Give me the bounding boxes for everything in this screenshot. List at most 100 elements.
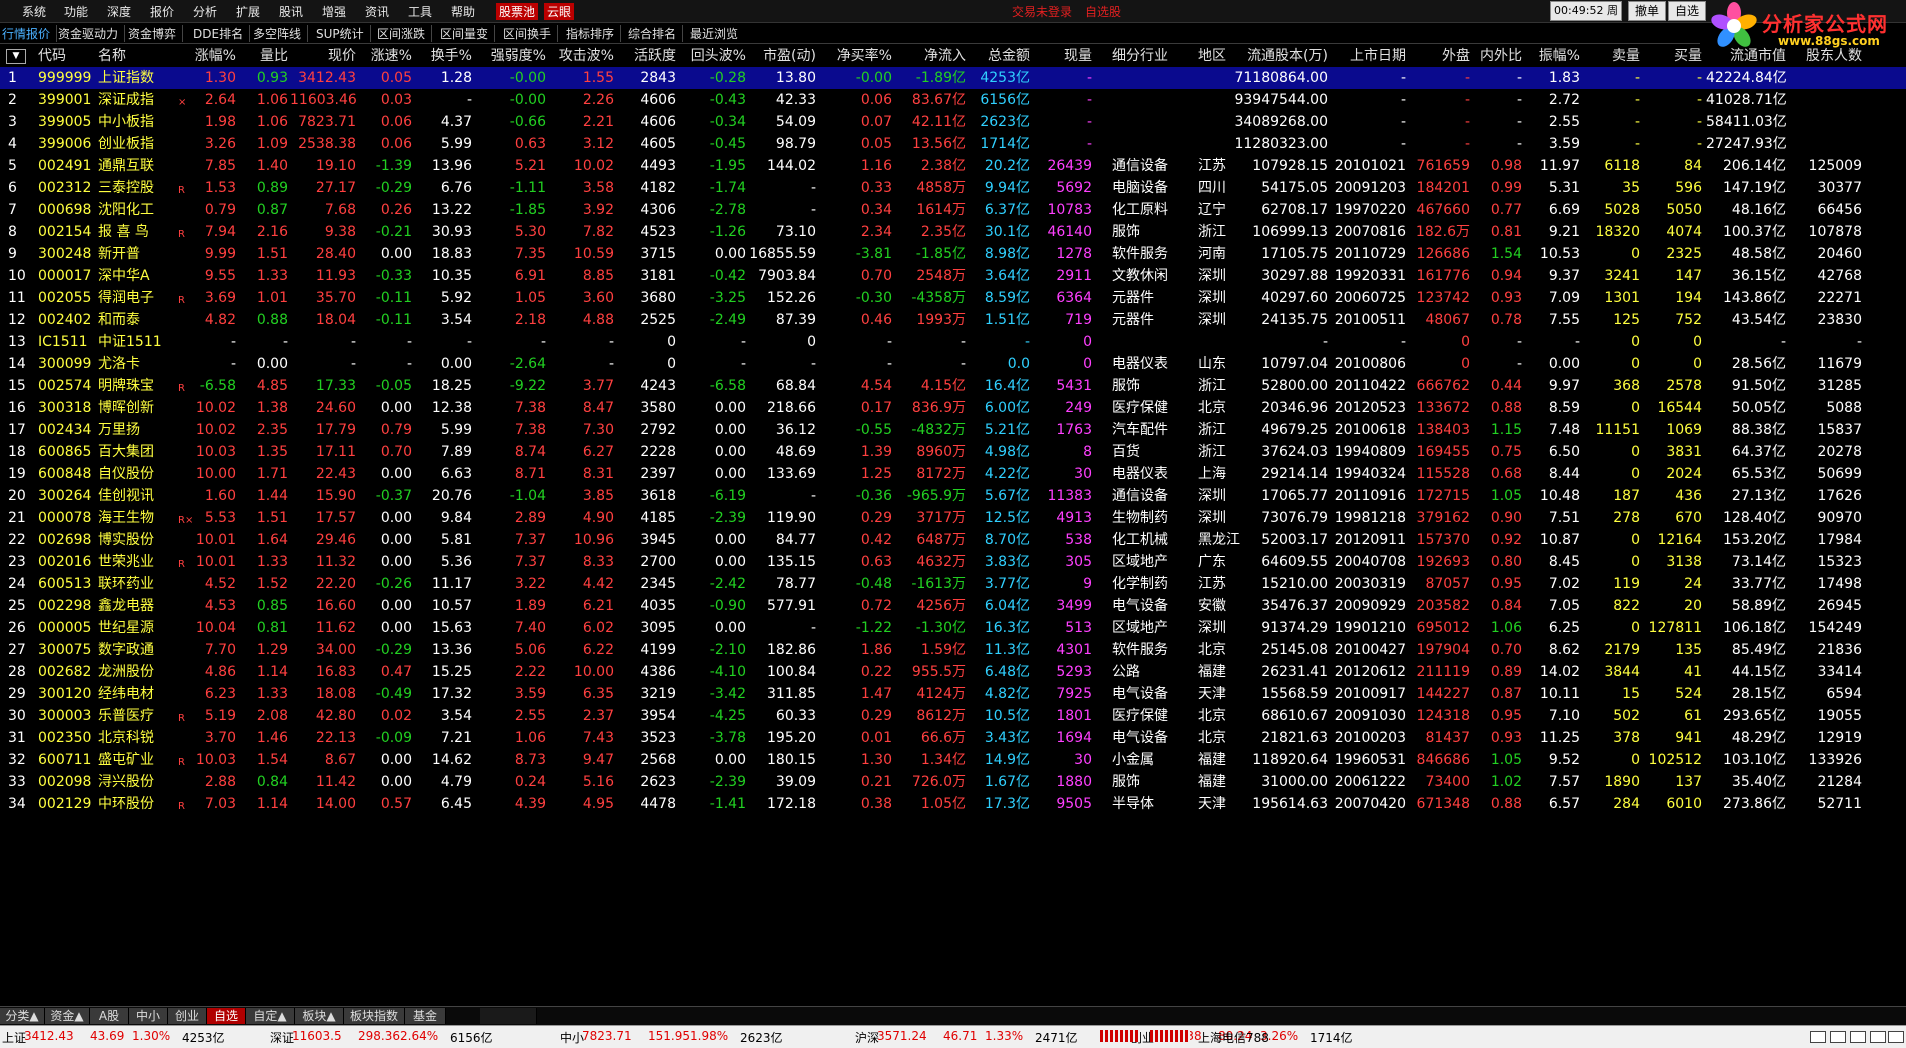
table-row[interactable]: 20 300264 佳创视讯 1.60 1.44 15.90 -0.37 20.76 -1.04…: [0, 485, 1906, 507]
col-header-industry[interactable]: 细分行业: [1112, 45, 1176, 67]
col-header-float-shares[interactable]: 流通股本(万): [1234, 45, 1328, 67]
tab-range-change[interactable]: 区间涨跌: [377, 25, 433, 42]
table-row[interactable]: 27 300075 数字政通 7.70 1.29 34.00 -0.29 13.36 5.06 6…: [0, 639, 1906, 661]
col-header-code[interactable]: 代码: [38, 45, 88, 67]
table-row[interactable]: 30 300003 乐普医疗 R 5.19 2.08 42.80 0.02 3.54 2.55 2.…: [0, 705, 1906, 727]
tab-sup-stats[interactable]: SUP统计: [316, 25, 371, 42]
table-row[interactable]: 16 300318 博晖创新 10.02 1.38 24.60 0.00 12.38 7.38 8…: [0, 397, 1906, 419]
col-header-net-buy-rate[interactable]: 净买率%: [818, 45, 892, 67]
horizontal-scrollbar[interactable]: [480, 1008, 537, 1024]
btab-gem[interactable]: 创业: [168, 1008, 207, 1024]
server-status[interactable]: 上海电信788: [1198, 1029, 1269, 1046]
col-header-pct-change[interactable]: 涨幅%: [174, 45, 236, 67]
table-row[interactable]: 34 002129 中环股份 R 7.03 1.14 14.00 0.57 6.45 4.39 4.…: [0, 793, 1906, 815]
table-row[interactable]: 32 600711 盛屯矿业 R 10.03 1.54 8.67 0.00 14.62 8.73 9…: [0, 749, 1906, 771]
col-header-current-volume[interactable]: 现量: [1030, 45, 1092, 67]
menu-depth[interactable]: 深度: [107, 3, 131, 20]
col-header-name[interactable]: 名称: [98, 45, 168, 67]
withdraw-button[interactable]: 撤单: [1628, 1, 1666, 21]
table-row[interactable]: 28 002682 龙洲股份 4.86 1.14 16.83 0.47 15.25 2.22 10…: [0, 661, 1906, 683]
col-header-outer-inner-ratio[interactable]: 内外比: [1472, 45, 1522, 67]
col-header-pe-ratio[interactable]: 市盈(动): [746, 45, 816, 67]
btab-a-share[interactable]: A股: [90, 1008, 129, 1024]
table-row[interactable]: 19 600848 自仪股份 10.00 1.71 22.43 0.00 6.63 8.71 8.…: [0, 463, 1906, 485]
table-row[interactable]: 7 000698 沈阳化工 0.79 0.87 7.68 0.26 13.22 -1.85 3.9…: [0, 199, 1906, 221]
col-header-activity[interactable]: 活跃度: [614, 45, 676, 67]
tab-dde-rank[interactable]: DDE排名: [193, 25, 251, 42]
col-header-outer-volume[interactable]: 外盘: [1412, 45, 1470, 67]
btab-fund-etf[interactable]: 基金: [405, 1008, 446, 1024]
tab-recent[interactable]: 最近浏览: [690, 25, 744, 42]
menu-system[interactable]: 系统: [22, 3, 46, 20]
table-row[interactable]: 14 300099 尤洛卡 -0.00- -0.00 -2.64-0- - - -0.0 0 电器仪…: [0, 353, 1906, 375]
btab-fund[interactable]: 资金▲: [45, 1008, 90, 1024]
window-control-icon[interactable]: [1870, 1031, 1886, 1043]
table-row[interactable]: 2 399001 深证成指 × 2.64 1.06 11603.46 0.03- -0.00 2.…: [0, 89, 1906, 111]
tab-long-short[interactable]: 多空阵线: [253, 25, 309, 42]
col-header-amplitude[interactable]: 振幅%: [1524, 45, 1580, 67]
table-row[interactable]: 12 002402 和而泰 4.82 0.88 18.04 -0.11 3.54 2.18 4.8…: [0, 309, 1906, 331]
table-row[interactable]: 31 002350 北京科锐 3.70 1.46 22.13 -0.09 7.21 1.06 7.…: [0, 727, 1906, 749]
menu-extend[interactable]: 扩展: [236, 3, 260, 20]
btab-sector-index[interactable]: 板块指数: [344, 1008, 405, 1024]
col-header-price[interactable]: 现价: [290, 45, 356, 67]
tab-indicator-sort[interactable]: 指标排序: [566, 25, 622, 42]
menu-cloud-eye[interactable]: 云眼: [544, 3, 575, 20]
col-header-shareholders[interactable]: 股东人数: [1790, 45, 1862, 67]
table-row[interactable]: 17 002434 万里扬 10.02 2.35 17.79 0.79 5.99 7.38 7.3…: [0, 419, 1906, 441]
menu-stock-news[interactable]: 股讯: [279, 3, 303, 20]
col-header-bid-volume[interactable]: 买量: [1644, 45, 1702, 67]
col-header-ask-volume[interactable]: 卖量: [1584, 45, 1640, 67]
col-header-turnover[interactable]: 换手%: [414, 45, 472, 67]
table-row[interactable]: 33 002098 浔兴股份 2.88 0.84 11.42 0.00 4.79 0.24 5.1…: [0, 771, 1906, 793]
btab-sector[interactable]: 板块▲: [295, 1008, 344, 1024]
window-control-icon[interactable]: [1888, 1031, 1904, 1043]
tab-fund-drive[interactable]: 资金驱动力: [58, 25, 126, 42]
col-header-speed[interactable]: 涨速%: [358, 45, 412, 67]
table-row[interactable]: 23 002016 世荣兆业 R 10.01 1.33 11.32 0.00 5.36 7.37 8…: [0, 551, 1906, 573]
menu-tools[interactable]: 工具: [408, 3, 432, 20]
menu-stock-pool[interactable]: 股票池: [496, 3, 539, 20]
table-row[interactable]: 13 IC1511 中证1511 - - - - - - - 0 - 0 - - - 0 - - 0 - - 0 0 - -: [0, 331, 1906, 353]
menu-quote[interactable]: 报价: [150, 3, 174, 20]
watch-status[interactable]: 自选股: [1085, 3, 1121, 20]
table-row[interactable]: 5 002491 通鼎互联 7.85 1.40 19.10 -1.39 13.96 5.21 10…: [0, 155, 1906, 177]
col-header-net-inflow[interactable]: 净流入: [894, 45, 966, 67]
btab-sme[interactable]: 中小: [129, 1008, 168, 1024]
col-header-float-market-cap[interactable]: 流通市值: [1706, 45, 1786, 67]
col-header-pullback[interactable]: 回头波%: [676, 45, 746, 67]
table-row[interactable]: 26 000005 世纪星源 10.04 0.81 11.62 0.00 15.63 7.40 6…: [0, 617, 1906, 639]
self-select-button[interactable]: 自选: [1668, 1, 1706, 21]
table-row[interactable]: 18 600865 百大集团 10.03 1.35 17.11 0.70 7.89 8.74 6.…: [0, 441, 1906, 463]
menu-info[interactable]: 资讯: [365, 3, 389, 20]
tab-range-turnover[interactable]: 区间换手: [503, 25, 559, 42]
tab-quote[interactable]: 行情报价: [2, 25, 58, 42]
table-row[interactable]: 22 002698 博实股份 10.01 1.64 29.46 0.00 5.81 7.37 10…: [0, 529, 1906, 551]
tab-range-volume[interactable]: 区间量变: [440, 25, 496, 42]
menu-help[interactable]: 帮助: [451, 3, 475, 20]
table-row[interactable]: 3 399005 中小板指 1.98 1.06 7823.71 0.06 4.37 -0.66 2…: [0, 111, 1906, 133]
window-control-icon[interactable]: [1830, 1031, 1846, 1043]
col-header-attack-wave[interactable]: 攻击波%: [548, 45, 614, 67]
col-header-strength[interactable]: 强弱度%: [474, 45, 546, 67]
btab-custom[interactable]: 自定▲: [246, 1008, 295, 1024]
table-row[interactable]: 29 300120 经纬电材 6.23 1.33 18.08 -0.49 17.32 3.59 6…: [0, 683, 1906, 705]
table-row[interactable]: 10 000017 深中华A 9.55 1.33 11.93 -0.33 10.35 6.91 8…: [0, 265, 1906, 287]
table-row[interactable]: 9 300248 新开普 9.99 1.51 28.40 0.00 18.83 7.35 10.5…: [0, 243, 1906, 265]
table-row[interactable]: 21 000078 海王生物 R× 5.53 1.51 17.57 0.00 9.84 2.89 4…: [0, 507, 1906, 529]
menu-enhance[interactable]: 增强: [322, 3, 346, 20]
table-row[interactable]: 24 600513 联环药业 4.52 1.52 22.20 -0.26 11.17 3.22 4…: [0, 573, 1906, 595]
menu-analysis[interactable]: 分析: [193, 3, 217, 20]
tab-composite-rank[interactable]: 综合排名: [628, 25, 684, 42]
table-row[interactable]: 1 999999 上证指数 1.30 0.93 3412.43 0.05 1.28 -0.00 1…: [0, 67, 1906, 89]
sort-toggle-icon[interactable]: ▼: [6, 49, 26, 64]
window-control-icon[interactable]: [1810, 1031, 1826, 1043]
table-row[interactable]: 15 002574 明牌珠宝 R -6.58 4.85 17.33 -0.05 18.25 -9.…: [0, 375, 1906, 397]
window-control-icon[interactable]: [1850, 1031, 1866, 1043]
col-header-total-amount[interactable]: 总金额: [968, 45, 1030, 67]
col-header-listing-date[interactable]: 上市日期: [1334, 45, 1406, 67]
btab-category[interactable]: 分类▲: [0, 1008, 45, 1024]
table-row[interactable]: 8 002154 报 喜 鸟 R 7.94 2.16 9.38 -0.21 30.93 5.30 7…: [0, 221, 1906, 243]
table-row[interactable]: 11 002055 得润电子 R 3.69 1.01 35.70 -0.11 5.92 1.05 3…: [0, 287, 1906, 309]
table-row[interactable]: 25 002298 鑫龙电器 4.53 0.85 16.60 0.00 10.57 1.89 6.…: [0, 595, 1906, 617]
